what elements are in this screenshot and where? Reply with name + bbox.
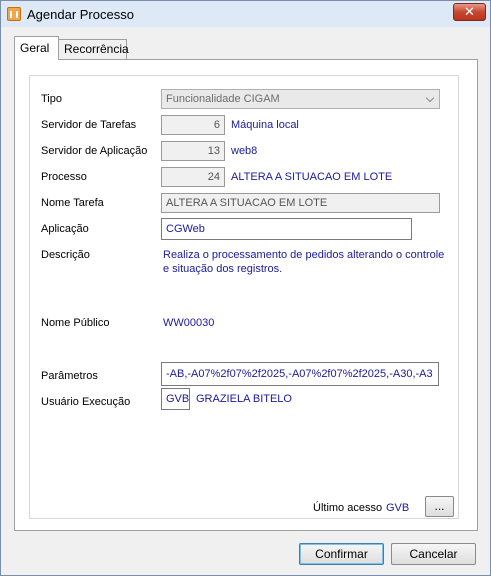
servidor-aplicacao-field[interactable]: 13	[161, 141, 225, 161]
close-button[interactable]: ✕	[453, 3, 486, 21]
processo-desc: ALTERA A SITUACAO EM LOTE	[231, 171, 393, 183]
tab-panel-geral: Tipo Funcionalidade CIGAM Servidor de Ta…	[14, 59, 478, 531]
tab-recorrencia[interactable]: Recorrência	[58, 39, 129, 59]
usuario-execucao-code-input[interactable]: GVB	[161, 388, 190, 410]
usuario-execucao-name: GRAZIELA BITELO	[196, 393, 292, 405]
cancelar-button[interactable]: Cancelar	[391, 543, 476, 565]
servidor-tarefas-field[interactable]: 6	[161, 115, 225, 135]
chevron-down-icon	[425, 93, 435, 103]
aplicacao-label: Aplicação	[41, 223, 89, 235]
window-title: Agendar Processo	[27, 7, 134, 22]
processo-label: Processo	[41, 171, 87, 183]
tipo-select[interactable]: Funcionalidade CIGAM	[161, 89, 440, 109]
descricao-line-2: e situação dos registros.	[163, 263, 283, 275]
nome-publico-label: Nome Público	[41, 317, 110, 329]
nome-tarefa-label: Nome Tarefa	[41, 197, 104, 209]
processo-field[interactable]: 24	[161, 167, 225, 187]
parametros-label: Parâmetros	[41, 370, 98, 382]
servidor-tarefas-desc: Máquina local	[231, 119, 299, 131]
form-group-box	[29, 75, 459, 519]
servidor-aplicacao-label: Servidor de Aplicação	[41, 145, 148, 157]
tab-geral[interactable]: Geral	[14, 36, 59, 60]
ultimo-acesso-value: GVB	[386, 502, 410, 514]
servidor-tarefas-label: Servidor de Tarefas	[41, 119, 137, 131]
ultimo-acesso-ellipsis-button[interactable]: ...	[425, 496, 454, 517]
tipo-label: Tipo	[41, 93, 62, 105]
ultimo-acesso-label: Último acesso	[313, 502, 383, 514]
app-icon	[7, 7, 21, 21]
title-bar[interactable]: Agendar Processo ✕	[1, 1, 490, 27]
dialog-window: Agendar Processo ✕ Geral Recorrência Tip…	[0, 0, 491, 576]
parametros-input[interactable]: -AB,-A07%2f07%2f2025,-A07%2f07%2f2025,-A…	[161, 362, 439, 386]
servidor-aplicacao-desc: web8	[231, 145, 258, 157]
nome-publico-value: WW00030	[163, 317, 215, 329]
nome-tarefa-field[interactable]: ALTERA A SITUACAO EM LOTE	[161, 193, 440, 213]
aplicacao-input[interactable]: CGWeb	[161, 218, 412, 240]
confirmar-button[interactable]: Confirmar	[299, 543, 384, 565]
usuario-execucao-label: Usuário Execução	[41, 396, 131, 408]
tipo-value: Funcionalidade CIGAM	[166, 93, 280, 105]
descricao-label: Descrição	[41, 249, 90, 261]
descricao-line-1: Realiza o processamento de pedidos alter…	[163, 249, 445, 261]
